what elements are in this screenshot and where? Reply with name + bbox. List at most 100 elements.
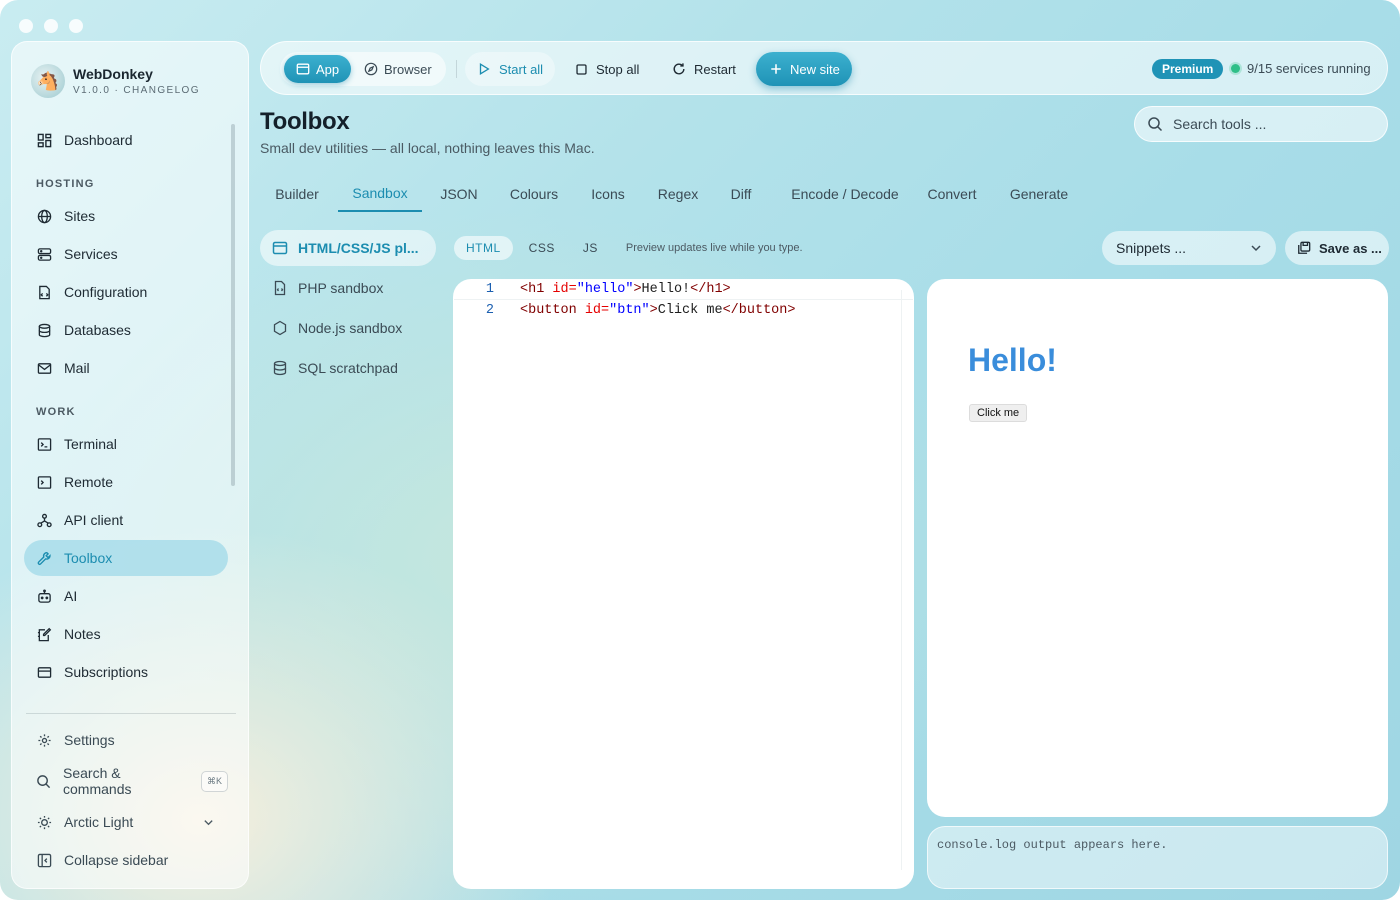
sidebar-item-label: Terminal (64, 436, 117, 452)
console-output: console.log output appears here. (927, 826, 1388, 889)
tab-regex[interactable]: Regex (644, 176, 712, 212)
code-attr: id= (576, 302, 610, 318)
play-icon (477, 62, 491, 76)
code-tag: <h1 (520, 282, 545, 297)
code-text: <button id="btn">Click me</button> (520, 303, 795, 318)
sidebar-scrollbar[interactable] (231, 124, 235, 486)
sidebar-item-label: Mail (64, 360, 90, 376)
lang-tab-html[interactable]: HTML (454, 236, 513, 260)
code-editor[interactable]: 1 <h1 id="hello">Hello!</h1> 2 <button i… (453, 279, 914, 889)
tab-colours[interactable]: Colours (496, 176, 572, 212)
restart-button[interactable]: Restart (660, 52, 748, 86)
maximize-window-button[interactable] (69, 19, 83, 33)
sidebar-item-configuration[interactable]: Configuration (24, 274, 228, 310)
terminal-icon (36, 436, 52, 452)
sidebar-item-mail[interactable]: Mail (24, 350, 228, 386)
sidebar-item-api-client[interactable]: API client (24, 502, 228, 538)
brand[interactable]: 🐴 WebDonkey V1.0.0 · CHANGELOG (31, 64, 200, 98)
sidebar-collapse-icon (36, 852, 52, 868)
sidebar-settings[interactable]: Settings (24, 722, 228, 758)
tool-html-css-js-playground[interactable]: HTML/CSS/JS pl... (260, 230, 436, 266)
theme-selector[interactable]: Arctic Light (24, 804, 228, 840)
sidebar-search-commands[interactable]: Search & commands ⌘K (24, 763, 228, 799)
sidebar-item-toolbox[interactable]: Toolbox (24, 540, 228, 576)
tab-json[interactable]: JSON (426, 176, 492, 212)
lang-tab-js[interactable]: JS (571, 236, 610, 260)
line-number: 2 (485, 302, 494, 318)
tab-diff[interactable]: Diff (716, 176, 766, 212)
sidebar-item-sites[interactable]: Sites (24, 198, 228, 234)
mode-app-button[interactable]: App (284, 55, 352, 83)
search-tools-input[interactable] (1173, 116, 1363, 132)
sidebar-item-dashboard[interactable]: Dashboard (24, 122, 228, 158)
search-icon (1147, 116, 1163, 132)
code-line[interactable]: 1 <h1 id="hello">Hello!</h1> (454, 280, 913, 300)
tool-php-sandbox[interactable]: PHP sandbox (260, 270, 436, 306)
sidebar-item-label: API client (64, 512, 124, 528)
window-icon (272, 240, 288, 256)
sidebar-item-terminal[interactable]: Terminal (24, 426, 228, 462)
snippets-dropdown[interactable]: Snippets ... (1102, 231, 1276, 265)
line-number: 1 (485, 282, 494, 297)
sidebar-item-databases[interactable]: Databases (24, 312, 228, 348)
collapse-sidebar-button[interactable]: Collapse sidebar (24, 842, 228, 878)
start-all-label: Start all (499, 61, 544, 77)
code-attr: id= (544, 282, 577, 297)
search-icon (36, 773, 51, 789)
sidebar-item-remote[interactable]: Remote (24, 464, 228, 500)
tool-sql-scratchpad[interactable]: SQL scratchpad (260, 350, 436, 386)
brand-version-changelog[interactable]: V1.0.0 · CHANGELOG (73, 85, 200, 96)
tab-generate[interactable]: Generate (1004, 176, 1074, 212)
plus-icon (770, 63, 782, 75)
toolbar-separator (456, 60, 457, 78)
tab-encode-decode[interactable]: Encode / Decode (770, 176, 920, 212)
sidebar-item-ai[interactable]: AI (24, 578, 228, 614)
stop-all-label: Stop all (596, 61, 640, 77)
database-icon (36, 322, 52, 338)
code-string: "btn" (609, 302, 650, 318)
sidebar-item-label: Notes (64, 626, 101, 642)
sidebar-item-subscriptions[interactable]: Subscriptions (24, 654, 228, 690)
refresh-icon (672, 62, 686, 76)
sidebar-item-label: Databases (64, 322, 131, 338)
mode-switch: App Browser (280, 52, 446, 86)
new-site-button[interactable]: New site (756, 52, 852, 86)
sidebar-item-label: Remote (64, 474, 114, 490)
save-as-button[interactable]: Save as ... (1285, 231, 1389, 265)
tab-icons[interactable]: Icons (576, 176, 640, 212)
services-status[interactable]: 9/15 services running (1231, 61, 1371, 76)
window-controls (19, 19, 83, 33)
chevron-down-icon (1250, 242, 1262, 254)
premium-badge[interactable]: Premium (1152, 59, 1224, 79)
mode-browser-button[interactable]: Browser (352, 55, 444, 83)
tab-builder[interactable]: Builder (260, 176, 334, 212)
code-line[interactable]: 2 <button id="btn">Click me</button> (454, 300, 913, 320)
gear-icon (36, 732, 52, 748)
mode-browser-label: Browser (384, 61, 432, 77)
sidebar-item-services[interactable]: Services (24, 236, 228, 272)
database-icon (272, 360, 288, 376)
live-preview-pane: Hello! Click me (927, 279, 1388, 817)
sidebar-item-notes[interactable]: Notes (24, 616, 228, 652)
mode-app-label: App (316, 61, 340, 77)
minimize-window-button[interactable] (44, 19, 58, 33)
code-tag: > (633, 282, 642, 297)
lang-tab-css[interactable]: CSS (517, 236, 567, 260)
tab-sandbox[interactable]: Sandbox (338, 176, 422, 212)
preview-click-button[interactable]: Click me (969, 404, 1028, 422)
tool-nodejs-sandbox[interactable]: Node.js sandbox (260, 310, 436, 346)
tab-convert[interactable]: Convert (924, 176, 980, 212)
live-preview-hint: Preview updates live while you type. (625, 242, 803, 254)
page-title: Toolbox (260, 108, 350, 135)
close-window-button[interactable] (19, 19, 33, 33)
search-tools[interactable] (1134, 106, 1388, 142)
status-dot-icon (1231, 64, 1240, 73)
code-tag: > (649, 302, 658, 318)
sidebar-item-label: Subscriptions (64, 664, 149, 680)
stop-all-button[interactable]: Stop all (563, 52, 651, 86)
start-all-button[interactable]: Start all (465, 52, 556, 86)
tool-label: SQL scratchpad (298, 360, 398, 376)
save-copy-icon (1297, 241, 1311, 255)
restart-label: Restart (694, 61, 736, 77)
notes-icon (36, 626, 52, 642)
